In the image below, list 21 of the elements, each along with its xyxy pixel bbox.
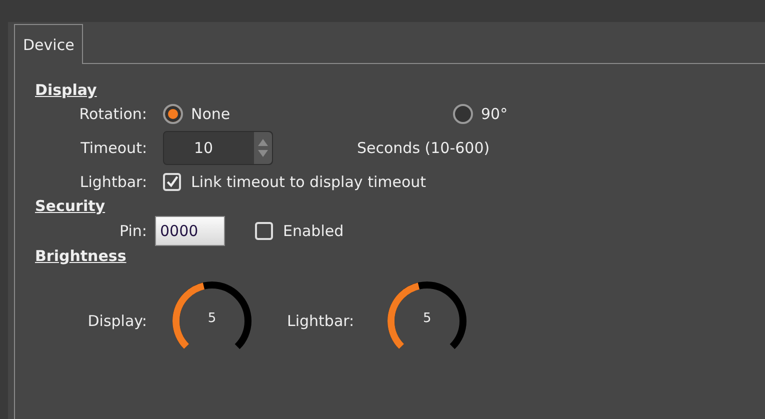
- field-label: Pin:: [118, 222, 147, 240]
- radio-option[interactable]: 90°: [453, 100, 508, 128]
- field-label: Timeout:: [80, 139, 147, 157]
- radio-button[interactable]: [453, 104, 473, 124]
- field-label: Display:: [86, 312, 147, 330]
- link-timeout-checkbox[interactable]: Link timeout to display timeout: [163, 168, 765, 196]
- checkbox[interactable]: [255, 222, 273, 240]
- enabled-checkbox[interactable]: Enabled: [255, 217, 344, 245]
- field-label: Lightbar:: [287, 312, 354, 330]
- units-hint: Seconds (10-600): [357, 139, 490, 157]
- section-heading: Security: [35, 196, 106, 216]
- field-label: Rotation:: [78, 105, 147, 123]
- section-heading: Brightness: [35, 246, 128, 266]
- field-label: Lightbar:: [78, 173, 147, 191]
- checkbox[interactable]: [163, 173, 181, 191]
- section-heading: Display: [35, 80, 98, 100]
- device-tab[interactable]: Device: [14, 24, 84, 64]
- radio-option[interactable]: None: [163, 100, 453, 128]
- pin-field[interactable]: 0000: [155, 216, 225, 246]
- timeout-spinbox[interactable]: 10: [163, 131, 273, 165]
- radio-button[interactable]: [163, 104, 183, 124]
